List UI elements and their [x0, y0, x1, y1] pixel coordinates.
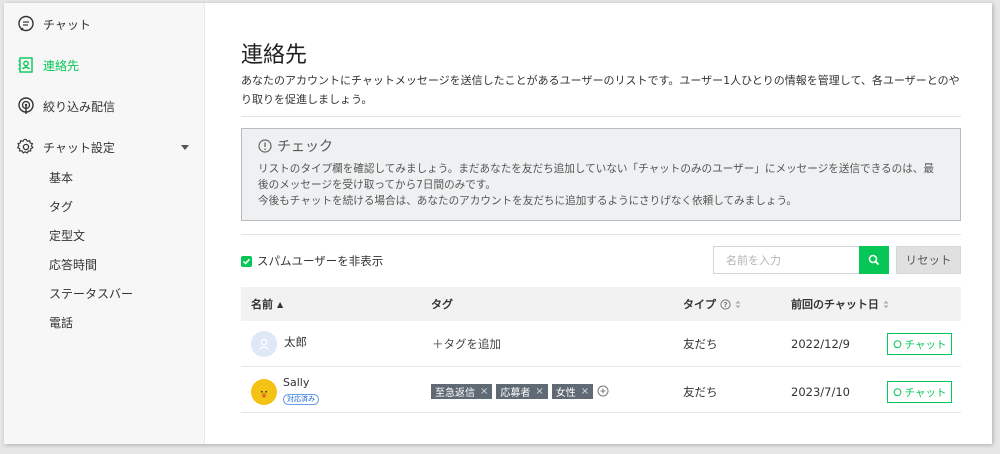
- page-description: あなたのアカウントにチャットメッセージを送信したことがあるユーザーのリストです。…: [241, 74, 960, 106]
- divider: [241, 234, 961, 235]
- tag-list: 至急返信 × 応募者 × 女性 ×: [431, 383, 609, 399]
- tag-label: 女性: [555, 387, 576, 399]
- column-label: 前回のチャット日: [791, 298, 879, 311]
- add-tag-link[interactable]: ＋タグを追加: [432, 334, 501, 354]
- table-row[interactable]: Sally 対応済み 至急返信 × 応募者 × 女性 × 友だち 2023/7/10 …: [241, 367, 961, 413]
- spam-filter: スパムユーザーを非表示: [241, 253, 383, 269]
- tag-chip: 女性 ×: [551, 383, 594, 399]
- status-badge-wrap: 対応済み: [283, 393, 319, 405]
- close-icon[interactable]: ×: [581, 386, 589, 397]
- search-button[interactable]: [859, 246, 889, 274]
- contact-card-icon: [16, 55, 36, 75]
- sidebar-item-chat-settings[interactable]: チャット設定: [16, 135, 115, 159]
- chat-button[interactable]: チャット: [887, 333, 952, 355]
- sort-icon: [735, 300, 741, 309]
- chat-bubble-icon: [893, 339, 902, 349]
- gear-icon: [16, 137, 36, 157]
- contact-type: 友だち: [683, 337, 718, 351]
- column-header-tags: タグ: [431, 287, 453, 321]
- column-header-last-chat[interactable]: 前回のチャット日: [791, 287, 889, 321]
- page-title: 連絡先: [241, 43, 308, 68]
- svg-text:?: ?: [723, 301, 727, 309]
- spam-checkbox[interactable]: [241, 255, 252, 267]
- sidebar-item-narrowcast[interactable]: 絞り込み配信: [16, 94, 115, 118]
- sidebar-item-label: チャット設定: [43, 140, 115, 155]
- sidebar-subitem-response-hours[interactable]: 応答時間: [49, 256, 97, 273]
- app-window: チャット 連絡先 絞り込み配信 チャット設定 基本 タグ 定型文 応答時間 ステ…: [4, 3, 992, 444]
- sidebar-item-contacts[interactable]: 連絡先: [16, 53, 79, 77]
- spam-label: スパムユーザーを非表示: [257, 254, 384, 268]
- table-row[interactable]: 太郎 ＋タグを追加 友だち 2022/12/9 チャット: [241, 321, 961, 367]
- contact-name[interactable]: Sally: [283, 374, 309, 390]
- sidebar-subitem-status-bar[interactable]: ステータスバー: [49, 285, 133, 302]
- sidebar-subitem-templates[interactable]: 定型文: [49, 227, 85, 244]
- notice-text: リストのタイプ欄を確認してみましょう。まだあなたを友だち追加していない「チャット…: [258, 163, 934, 191]
- notice-box: チェック リストのタイプ欄を確認してみましょう。まだあなたを友だち追加していない…: [241, 128, 961, 221]
- close-icon[interactable]: ×: [535, 386, 543, 397]
- last-chat-date: 2022/12/9: [791, 337, 850, 351]
- contact-name[interactable]: 太郎: [284, 331, 307, 353]
- broadcast-icon: [16, 96, 36, 116]
- sidebar: チャット 連絡先 絞り込み配信 チャット設定 基本 タグ 定型文 応答時間 ステ…: [4, 3, 205, 444]
- table-header: 名前 ▲ タグ タイプ ? 前回のチャット日: [241, 287, 961, 321]
- main-content: 連絡先 あなたのアカウントにチャットメッセージを送信したことがあるユーザーのリス…: [241, 3, 961, 444]
- sidebar-item-chat[interactable]: チャット: [16, 12, 91, 36]
- sort-asc-icon: ▲: [277, 299, 284, 309]
- notice-text: 今後もチャットを続ける場合は、あなたのアカウントを友だちに追加するようにさりげな…: [258, 195, 798, 207]
- column-header-name[interactable]: 名前 ▲: [251, 287, 283, 321]
- close-icon[interactable]: ×: [480, 386, 488, 397]
- sidebar-subitem-tags[interactable]: タグ: [49, 198, 73, 215]
- avatar: [251, 379, 277, 405]
- tag-chip: 至急返信 ×: [431, 383, 493, 399]
- tag-label: 至急返信: [435, 387, 475, 399]
- chat-button-label: チャット: [904, 386, 947, 399]
- chat-bubble-icon: [893, 387, 902, 397]
- last-chat-date: 2023/7/10: [791, 385, 850, 399]
- tag-label: 応募者: [500, 387, 531, 399]
- sidebar-item-label: チャット: [43, 17, 91, 32]
- notice-heading: チェック: [277, 139, 333, 155]
- chat-button-label: チャット: [904, 338, 947, 351]
- sidebar-subitem-phone[interactable]: 電話: [49, 314, 73, 331]
- search-icon: [868, 251, 880, 270]
- tag-chip: 応募者 ×: [496, 383, 548, 399]
- sidebar-item-label: 連絡先: [43, 58, 80, 73]
- sidebar-subitem-basic[interactable]: 基本: [49, 169, 73, 186]
- sort-icon: [883, 300, 889, 309]
- sidebar-item-label: 絞り込み配信: [43, 99, 116, 114]
- column-header-type[interactable]: タイプ ?: [683, 287, 741, 321]
- add-tag-icon[interactable]: [597, 385, 609, 397]
- column-label: タイプ: [683, 298, 716, 311]
- avatar: [251, 331, 277, 357]
- status-badge: 対応済み: [283, 393, 319, 405]
- chat-button[interactable]: チャット: [887, 381, 952, 403]
- reset-button[interactable]: リセット: [896, 246, 961, 274]
- contact-type: 友だち: [683, 385, 718, 399]
- chevron-down-icon[interactable]: [181, 145, 189, 150]
- info-circle-icon: [258, 139, 272, 153]
- chat-bubble-icon: [16, 14, 36, 34]
- help-icon[interactable]: ?: [720, 298, 731, 310]
- column-label: 名前: [251, 298, 273, 311]
- column-label: タグ: [431, 298, 453, 311]
- divider: [241, 116, 961, 117]
- search-input[interactable]: [713, 246, 859, 274]
